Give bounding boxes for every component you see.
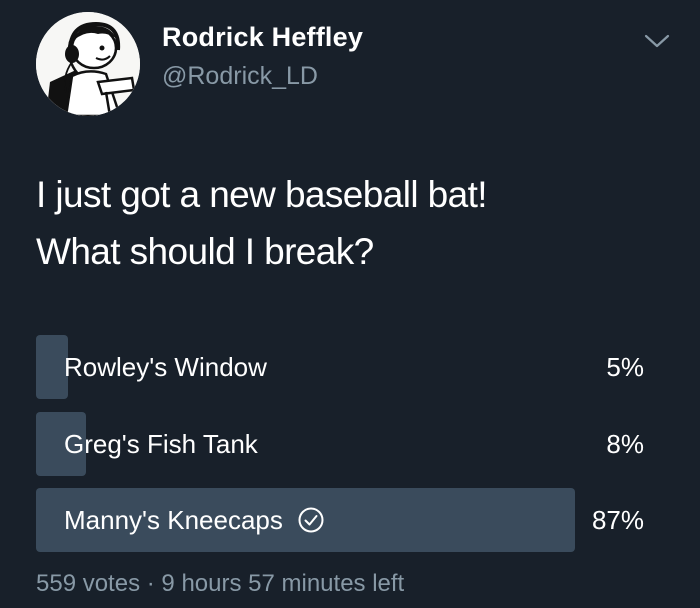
check-circle-icon: [297, 506, 325, 534]
poll-meta: 559 votes · 9 hours 57 minutes left: [36, 570, 404, 598]
vote-count: 559 votes: [36, 570, 141, 597]
tweet-text: I just got a new baseball bat! What shou…: [36, 166, 676, 280]
time-left: 9 hours 57 minutes left: [161, 570, 405, 597]
poll-option-label: Manny's Kneecaps: [64, 488, 325, 552]
cartoon-avatar-icon: [36, 12, 140, 116]
poll-option-label: Rowley's Window: [64, 335, 267, 399]
poll-option-text: Rowley's Window: [64, 352, 267, 382]
poll-option-text: Manny's Kneecaps: [64, 505, 283, 535]
avatar[interactable]: [36, 12, 140, 116]
poll-option: Rowley's Window 5%: [36, 335, 656, 399]
tweet-text-line: What should I break?: [36, 231, 374, 272]
poll-option-percent: 8%: [606, 429, 644, 459]
poll-option-text: Greg's Fish Tank: [64, 429, 258, 459]
poll-option-label: Greg's Fish Tank: [64, 412, 258, 476]
poll-option-percent: 5%: [606, 352, 644, 382]
user-handle[interactable]: @Rodrick_LD: [162, 62, 318, 91]
poll-option: Manny's Kneecaps 87%: [36, 488, 656, 552]
tweet-text-line: I just got a new baseball bat!: [36, 174, 488, 215]
display-name[interactable]: Rodrick Heffley: [162, 22, 363, 53]
poll-option-percent: 87%: [591, 505, 644, 535]
poll-option: Greg's Fish Tank 8%: [36, 412, 656, 476]
chevron-down-icon[interactable]: [642, 30, 672, 52]
meta-separator: ·: [146, 570, 155, 597]
